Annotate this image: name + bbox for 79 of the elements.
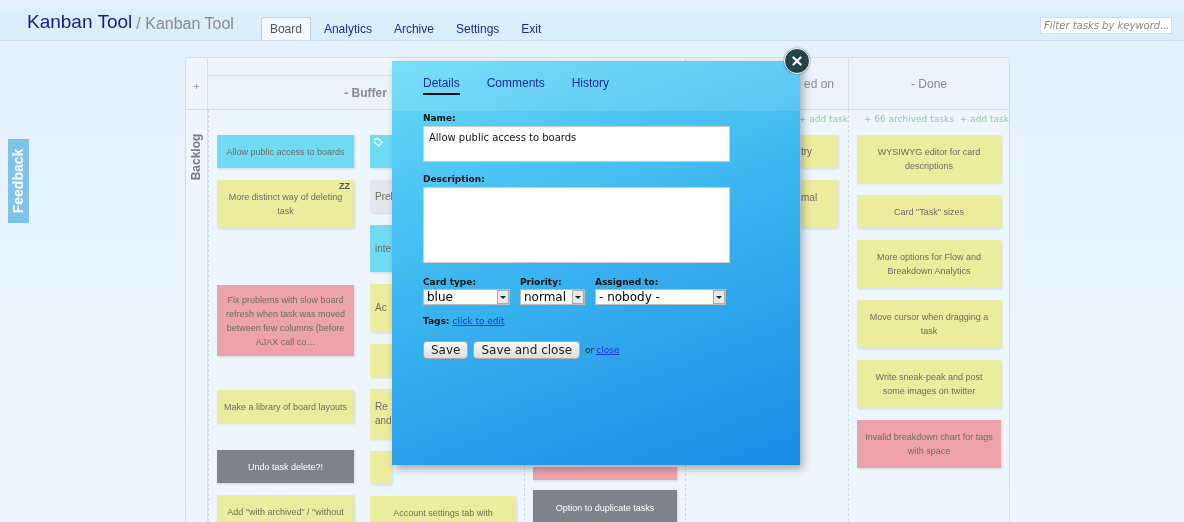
breadcrumb: / Kanban Tool [136, 15, 234, 33]
card-text: Write sneak-peak and post some images on twitter [874, 371, 984, 398]
lane-title: Backlog [189, 133, 204, 181]
name-field[interactable]: Allow public access to boards [423, 126, 730, 162]
card-text: Undo task delete?! [247, 460, 324, 474]
task-card[interactable]: Allow public access to boards [217, 135, 354, 168]
nav-tab[interactable]: Archive [384, 17, 443, 40]
column-title: ed on [803, 76, 834, 91]
field-label: Assigned to: [595, 277, 660, 287]
field-label: Description: [423, 174, 486, 184]
save-button[interactable]: Save [423, 341, 469, 359]
task-card[interactable]: Invalid breakdown chart for tags with space [857, 420, 1001, 468]
task-card[interactable]: Undo task delete?! [217, 450, 354, 483]
column-title: - Done [911, 76, 947, 91]
task-card[interactable]: Account settings tab with [370, 496, 516, 522]
task-card[interactable]: Write sneak-peak and post some images on twitter [857, 360, 1001, 408]
card-text: WYSIWYG editor for card descriptions [876, 146, 982, 173]
dialog-tab[interactable]: Details [423, 76, 460, 95]
edit-tags-link[interactable]: click to edit [452, 316, 505, 326]
card-text: Card "Task" sizes [893, 205, 965, 219]
card-text: inte [375, 241, 392, 256]
card-text: Option to duplicate tasks [555, 501, 655, 515]
task-card[interactable]: Option to duplicate tasks [533, 490, 677, 522]
card-text: Re and [375, 400, 392, 428]
close-button[interactable] [784, 48, 810, 74]
task-card[interactable]: ZZ More distinct way of deleting task [217, 180, 354, 228]
card-text: Ac [375, 301, 388, 315]
card-text: More options for Flow and Breakdown Analytics [875, 251, 983, 278]
task-card[interactable] [370, 344, 392, 377]
task-card[interactable]: mal [801, 180, 838, 228]
card-text: Allow public access to boards [226, 145, 345, 159]
nav-tab[interactable]: Analytics [314, 17, 381, 40]
tag-icon [374, 138, 383, 147]
snooze-marker: ZZ [339, 181, 350, 191]
filter-field[interactable]: Filter tasks by keyword... [1040, 17, 1172, 34]
task-card[interactable]: More options for Flow and Breakdown Analytics [857, 240, 1001, 288]
close-link[interactable]: close [596, 345, 620, 355]
task-card[interactable]: Fix problems with slow board refresh when task was moved between few columns (before AJAX call co… [217, 285, 354, 356]
task-card[interactable]: try [801, 135, 838, 168]
nav-tab[interactable]: Exit [512, 17, 551, 40]
task-card[interactable]: WYSIWYG editor for card descriptions [857, 135, 1001, 183]
field-label: Card type: [423, 277, 477, 287]
card-text: Move cursor when dragging a task [868, 311, 990, 338]
field-label: Priority: [520, 277, 563, 287]
task-card[interactable] [370, 451, 392, 484]
dropdown-select[interactable]: - nobody - [595, 289, 726, 305]
task-card[interactable] [370, 135, 392, 168]
card-text: Make a library of board layouts [223, 400, 348, 414]
nav-tab[interactable]: Board [260, 17, 311, 40]
task-card[interactable]: Make a library of board layouts [217, 390, 354, 423]
nav-tab[interactable]: Settings [446, 17, 509, 40]
card-text: Prel [375, 189, 392, 204]
card-text: Account settings tab with [393, 506, 493, 520]
column-title: - Buffer [344, 86, 387, 100]
card-text: Add "with archived" / "without [227, 505, 344, 519]
add-lane-button[interactable]: + [193, 79, 200, 92]
field-label: Tags: [423, 316, 450, 326]
task-card[interactable] [533, 467, 677, 480]
task-card[interactable]: Add "with archived" / "without [217, 495, 354, 522]
save-button[interactable]: Save and close [473, 341, 581, 359]
task-card[interactable]: Re and [370, 389, 392, 439]
card-text: try [801, 144, 813, 159]
or-text: or [585, 345, 595, 355]
dialog-tab[interactable]: Comments [486, 76, 545, 93]
dropdown-select[interactable]: blue [423, 289, 510, 305]
task-card[interactable]: Ac [370, 284, 392, 332]
card-text: Fix problems with slow board refresh when task was moved between few columns (before AJAX call co… [224, 293, 347, 349]
card-text: Invalid breakdown chart for tags with space [865, 431, 993, 458]
task-card[interactable]: Card "Task" sizes [857, 195, 1001, 228]
dropdown-select[interactable]: normal [520, 289, 585, 305]
task-card[interactable]: Prel [370, 180, 392, 213]
task-card[interactable]: Move cursor when dragging a task [857, 300, 1001, 348]
task-card[interactable]: inte [370, 225, 392, 272]
card-text: mal [801, 191, 818, 205]
field-label: Name: [423, 113, 457, 123]
description-field[interactable] [423, 187, 730, 263]
dialog-tab[interactable]: History [571, 76, 610, 93]
card-text: More distinct way of deleting task [227, 191, 344, 218]
app-logo[interactable]: Kanban Tool [27, 11, 133, 33]
